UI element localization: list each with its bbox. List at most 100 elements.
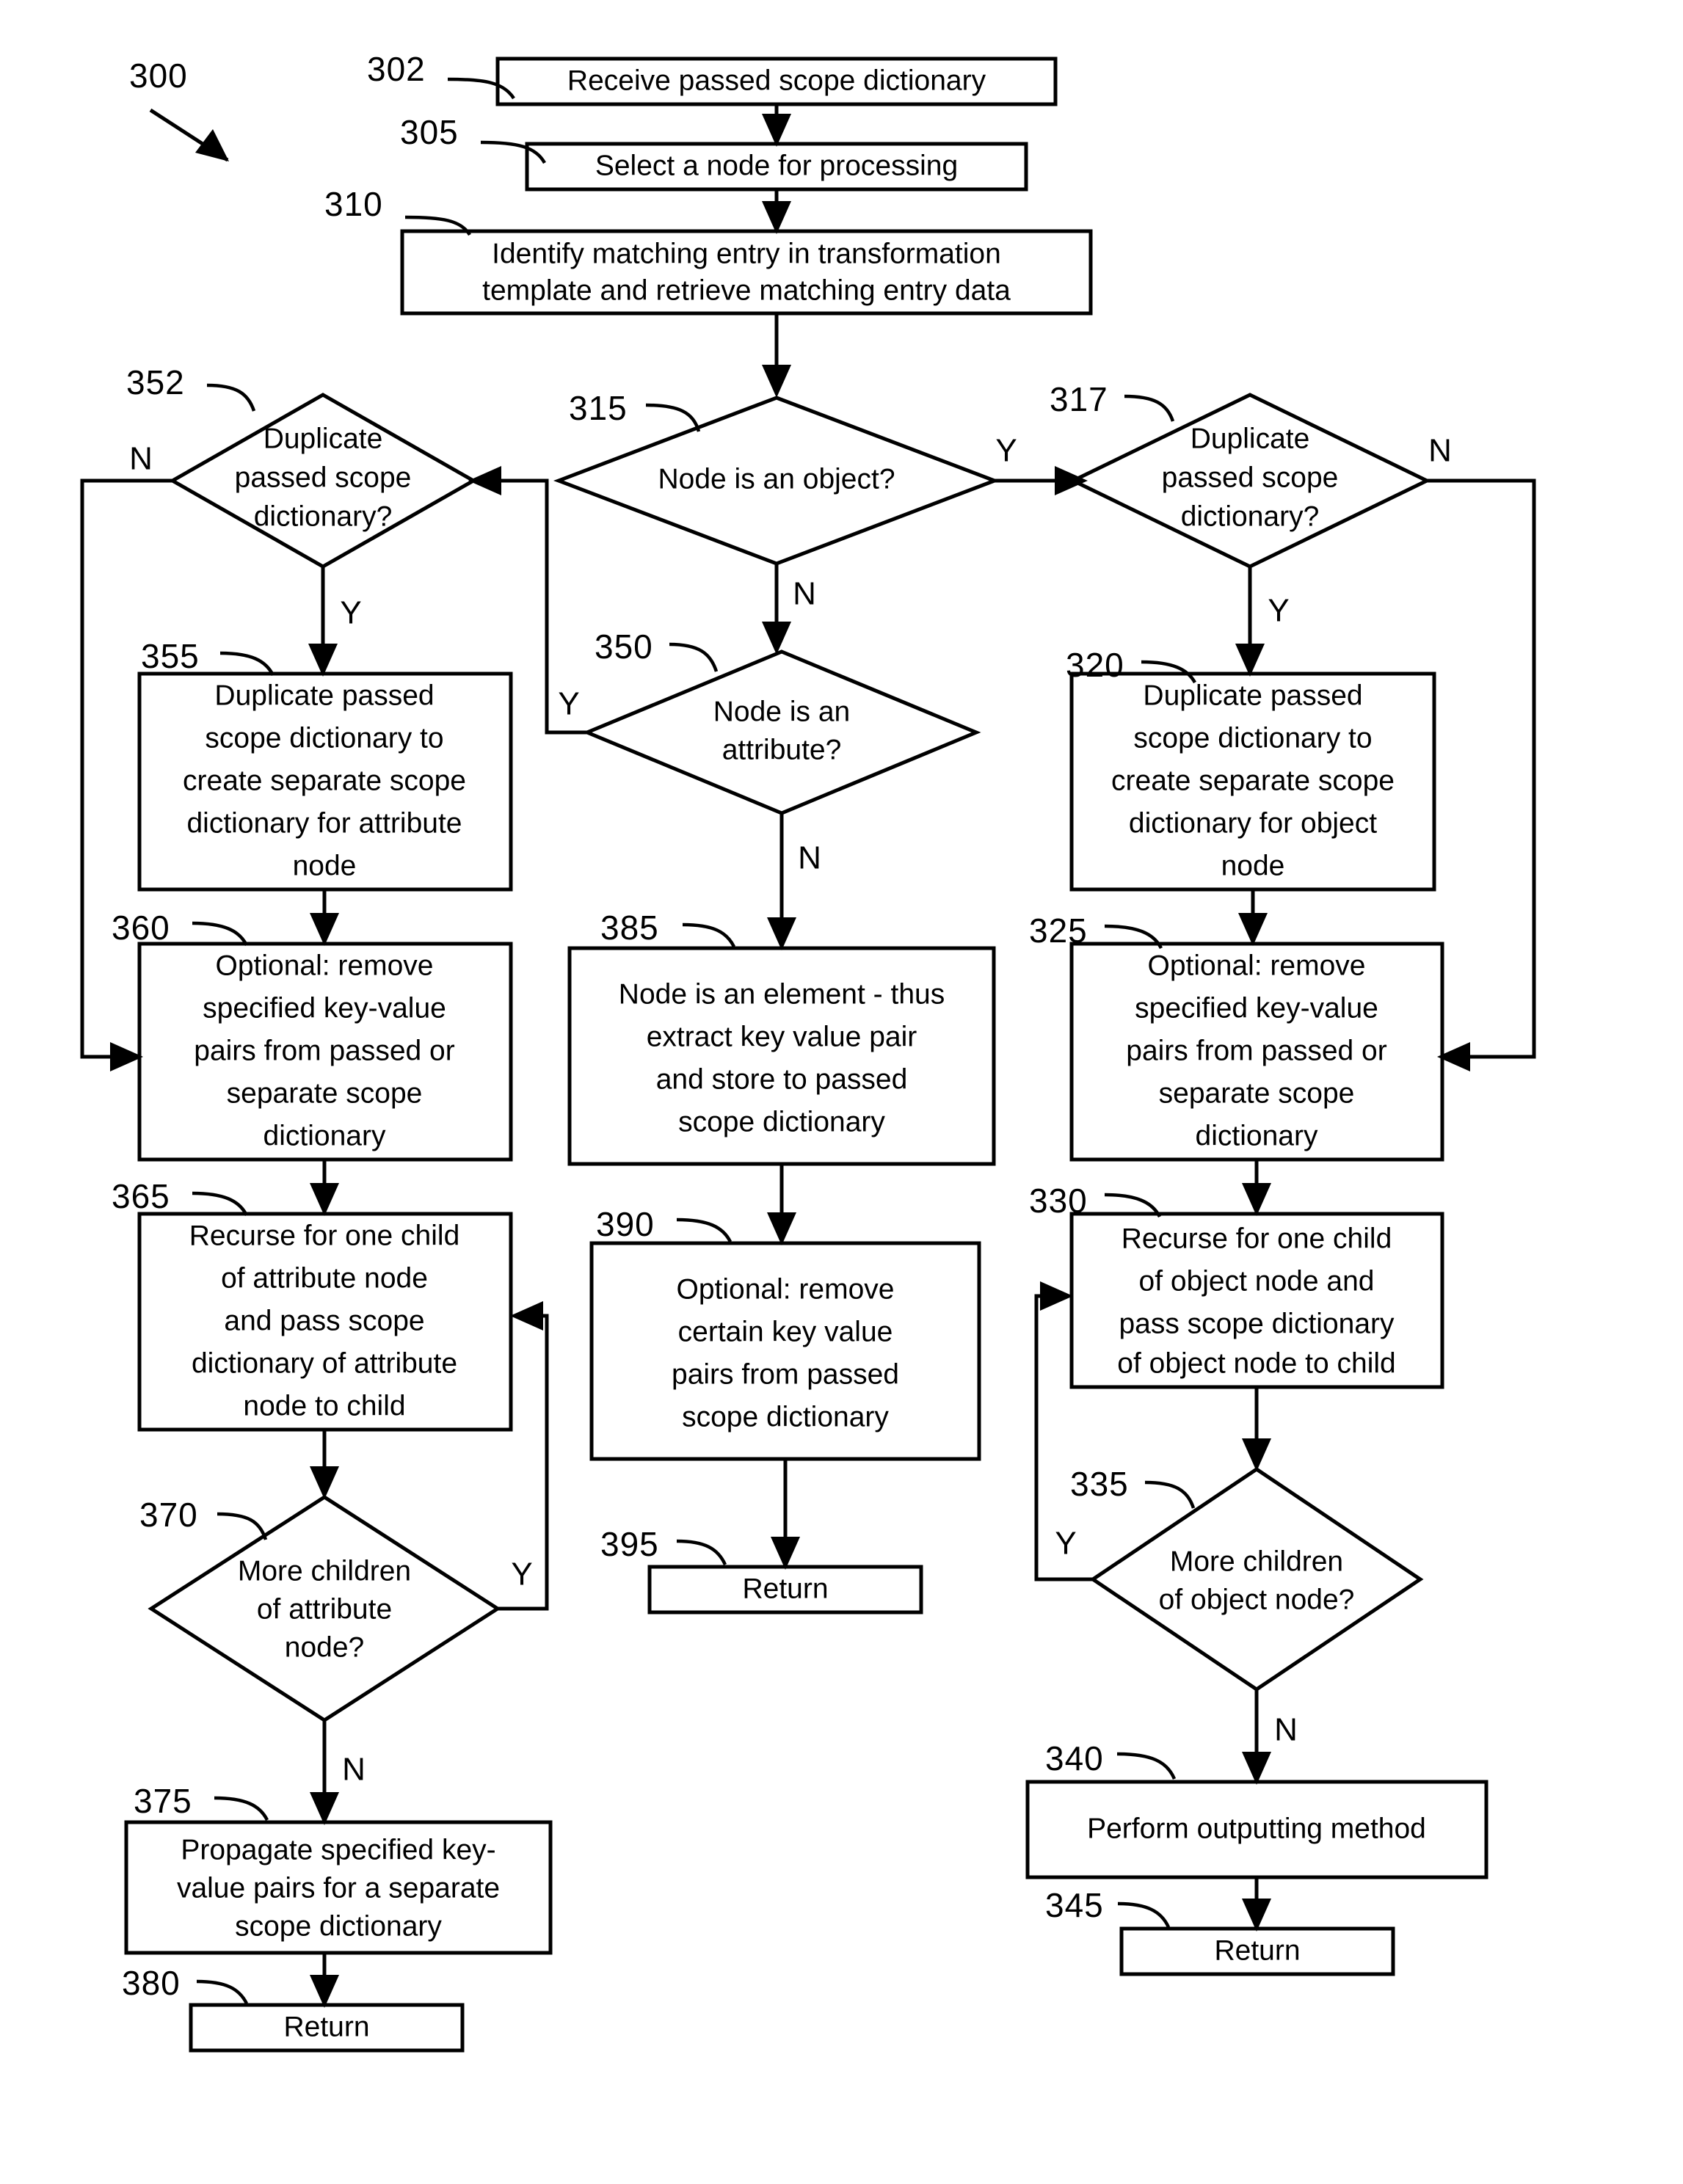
ref-320: 320 [1066, 646, 1124, 684]
node-320-line-2: create separate scope [1111, 765, 1395, 796]
node-365-line-3: dictionary of attribute [192, 1347, 457, 1379]
ref-395: 395 [600, 1525, 659, 1563]
node-395-line-0: Return [742, 1573, 828, 1604]
leader-385 [682, 922, 736, 948]
label-350-no: N [798, 840, 821, 876]
node-302-line-0: Receive passed scope dictionary [567, 65, 986, 96]
node-370-line-1: of attribute [257, 1593, 392, 1625]
leader-370 [217, 1512, 268, 1540]
node-330-line-0: Recurse for one child [1122, 1223, 1392, 1254]
node-390-line-0: Optional: remove [677, 1273, 895, 1305]
node-320-line-4: node [1221, 850, 1285, 881]
node-350-diamond[interactable] [582, 649, 981, 815]
ref-345: 345 [1045, 1886, 1104, 1924]
label-335-yes: Y [1055, 1526, 1076, 1562]
node-385-line-0: Node is an element - thus [619, 978, 945, 1010]
ref-302: 302 [367, 50, 426, 88]
node-370-line-0: More children [238, 1555, 411, 1587]
node-317-line-2: dictionary? [1181, 500, 1320, 532]
conn-352-no-360 [80, 478, 172, 1071]
ref-325: 325 [1029, 911, 1088, 950]
node-355-line-3: dictionary for attribute [186, 807, 462, 839]
node-315-line-0: Node is an object? [658, 463, 895, 495]
leader-395 [676, 1539, 727, 1565]
node-330-line-2: pass scope dictionary [1119, 1308, 1395, 1339]
ref-317: 317 [1050, 380, 1108, 418]
node-360-line-2: pairs from passed or [194, 1035, 454, 1066]
figure-arrow-head [195, 129, 229, 161]
ref-305: 305 [400, 113, 459, 151]
node-365-line-4: node to child [243, 1390, 405, 1422]
node-325-line-2: pairs from passed or [1126, 1035, 1386, 1066]
node-360-line-1: specified key-value [203, 992, 446, 1024]
label-370-no: N [342, 1752, 366, 1788]
node-375-line-0: Propagate specified key- [181, 1834, 495, 1866]
label-317-yes: Y [1268, 593, 1289, 629]
ref-340: 340 [1045, 1739, 1104, 1777]
node-310-line-0: Identify matching entry in transformatio… [492, 238, 1001, 269]
node-355-line-0: Duplicate passed [214, 680, 434, 711]
node-385-line-3: scope dictionary [678, 1106, 885, 1138]
leader-350 [669, 642, 719, 672]
leader-375 [214, 1796, 269, 1821]
node-335-diamond[interactable] [1089, 1466, 1424, 1692]
node-310-line-1: template and retrieve matching entry dat… [482, 274, 1011, 306]
node-380-line-0: Return [283, 2011, 369, 2042]
node-355-line-1: scope dictionary to [205, 722, 443, 754]
leader-390 [676, 1217, 733, 1243]
node-340-line-0: Perform outputting method [1087, 1813, 1426, 1844]
node-330-line-1: of object node and [1139, 1265, 1375, 1297]
node-385-line-1: extract key value pair [647, 1021, 917, 1052]
node-370-line-2: node? [285, 1631, 364, 1663]
figure-label: 300 [129, 57, 188, 95]
node-365-line-0: Recurse for one child [189, 1220, 460, 1251]
node-390-line-3: scope dictionary [682, 1401, 889, 1433]
node-325-line-1: specified key-value [1135, 992, 1378, 1024]
ref-350: 350 [595, 627, 653, 666]
label-315-no: N [793, 576, 816, 612]
ref-330: 330 [1029, 1182, 1088, 1220]
ref-365: 365 [112, 1177, 170, 1215]
node-345-line-0: Return [1214, 1934, 1300, 1966]
node-330-line-3: of object node to child [1117, 1347, 1395, 1379]
node-325-line-4: dictionary [1196, 1120, 1318, 1151]
node-305-line-0: Select a node for processing [595, 150, 958, 181]
label-370-yes: Y [511, 1557, 532, 1592]
leader-340 [1116, 1752, 1177, 1780]
leader-317 [1124, 394, 1175, 422]
node-335-line-0: More children [1170, 1546, 1343, 1577]
leader-345 [1117, 1901, 1171, 1928]
node-350-line-1: attribute? [722, 734, 842, 765]
node-390-line-1: certain key value [678, 1316, 893, 1347]
ref-360: 360 [112, 909, 170, 947]
node-335-line-1: of object node? [1159, 1584, 1355, 1615]
node-317-line-1: passed scope [1162, 462, 1339, 493]
ref-390: 390 [596, 1205, 655, 1243]
ref-370: 370 [139, 1496, 198, 1534]
node-385-line-2: and store to passed [656, 1063, 908, 1095]
label-317-no: N [1428, 433, 1452, 469]
ref-375: 375 [134, 1782, 192, 1820]
node-350-line-0: Node is an [713, 696, 850, 727]
node-320-line-0: Duplicate passed [1143, 680, 1362, 711]
label-335-no: N [1274, 1712, 1298, 1748]
node-360-line-4: dictionary [263, 1120, 386, 1151]
node-355-line-4: node [293, 850, 357, 881]
node-317-line-0: Duplicate [1191, 423, 1310, 454]
node-325-line-0: Optional: remove [1148, 950, 1366, 981]
label-352-no: N [129, 441, 153, 477]
ref-310: 310 [324, 185, 383, 223]
patent-flowchart: 300 Receive passed scope dictionary 302 … [80, 50, 1536, 2053]
node-325-line-3: separate scope [1159, 1077, 1355, 1109]
node-360-line-0: Optional: remove [216, 950, 434, 981]
ref-335: 335 [1070, 1465, 1129, 1503]
node-355-line-2: create separate scope [183, 765, 466, 796]
label-350-yes: Y [558, 686, 579, 722]
leader-380 [196, 1979, 249, 2005]
ref-380: 380 [122, 1964, 181, 2002]
node-352-line-0: Duplicate [263, 423, 383, 454]
node-360-line-3: separate scope [227, 1077, 423, 1109]
node-352-line-2: dictionary? [254, 500, 393, 532]
ref-385: 385 [600, 909, 659, 947]
leader-352 [206, 383, 256, 412]
